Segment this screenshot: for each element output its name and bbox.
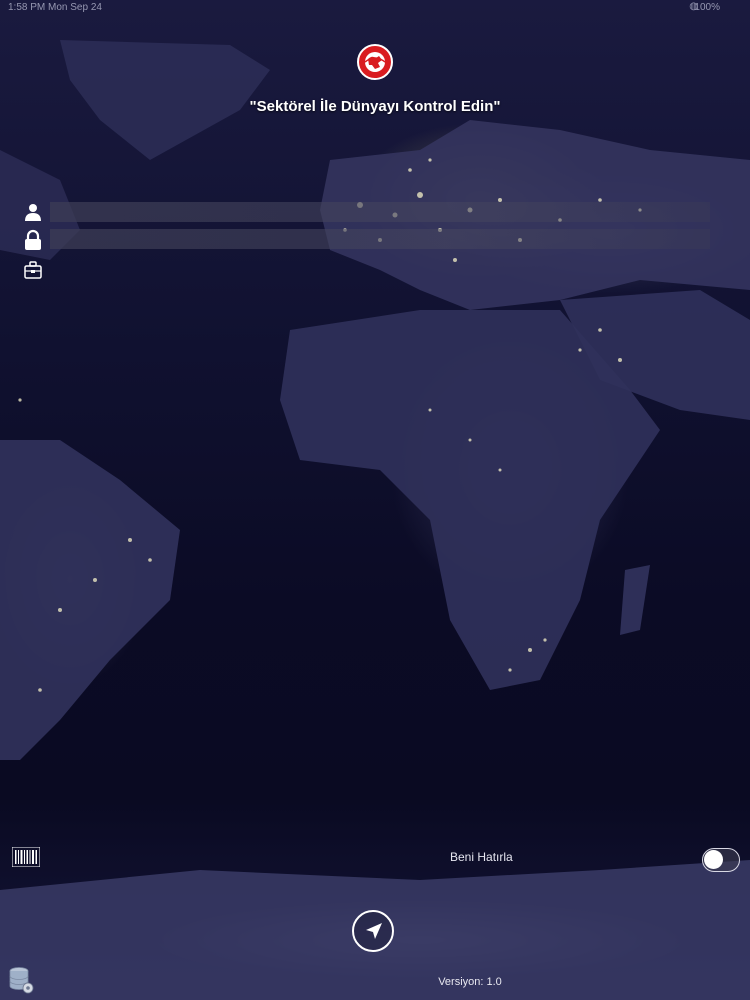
- status-time: 1:58 PM Mon Sep 24: [8, 2, 102, 13]
- user-icon: [25, 204, 41, 221]
- battery-level: 100%: [694, 2, 720, 13]
- version-label: Versiyon: 1.0: [438, 976, 502, 988]
- login-button[interactable]: [352, 910, 394, 952]
- toggle-knob: [704, 850, 723, 869]
- username-input[interactable]: [50, 202, 710, 222]
- remember-me-toggle[interactable]: [702, 848, 740, 872]
- app-tagline: "Sektörel İle Dünyayı Kontrol Edin": [249, 98, 501, 115]
- status-bar: 1:58 PM Mon Sep 24 ◍ 100%: [0, 0, 750, 16]
- barcode-icon[interactable]: [12, 847, 40, 867]
- location-arrow-icon: [366, 923, 382, 939]
- password-input[interactable]: [50, 229, 710, 249]
- briefcase-icon[interactable]: [22, 259, 44, 281]
- remember-me-label: Beni Hatırla: [450, 850, 513, 864]
- login-screen: 1:58 PM Mon Sep 24 ◍ 100% "Sektörel İle …: [0, 0, 750, 1000]
- globe-logo-icon: [357, 44, 393, 80]
- lock-icon: [25, 229, 41, 250]
- world-night-map: [0, 40, 750, 1000]
